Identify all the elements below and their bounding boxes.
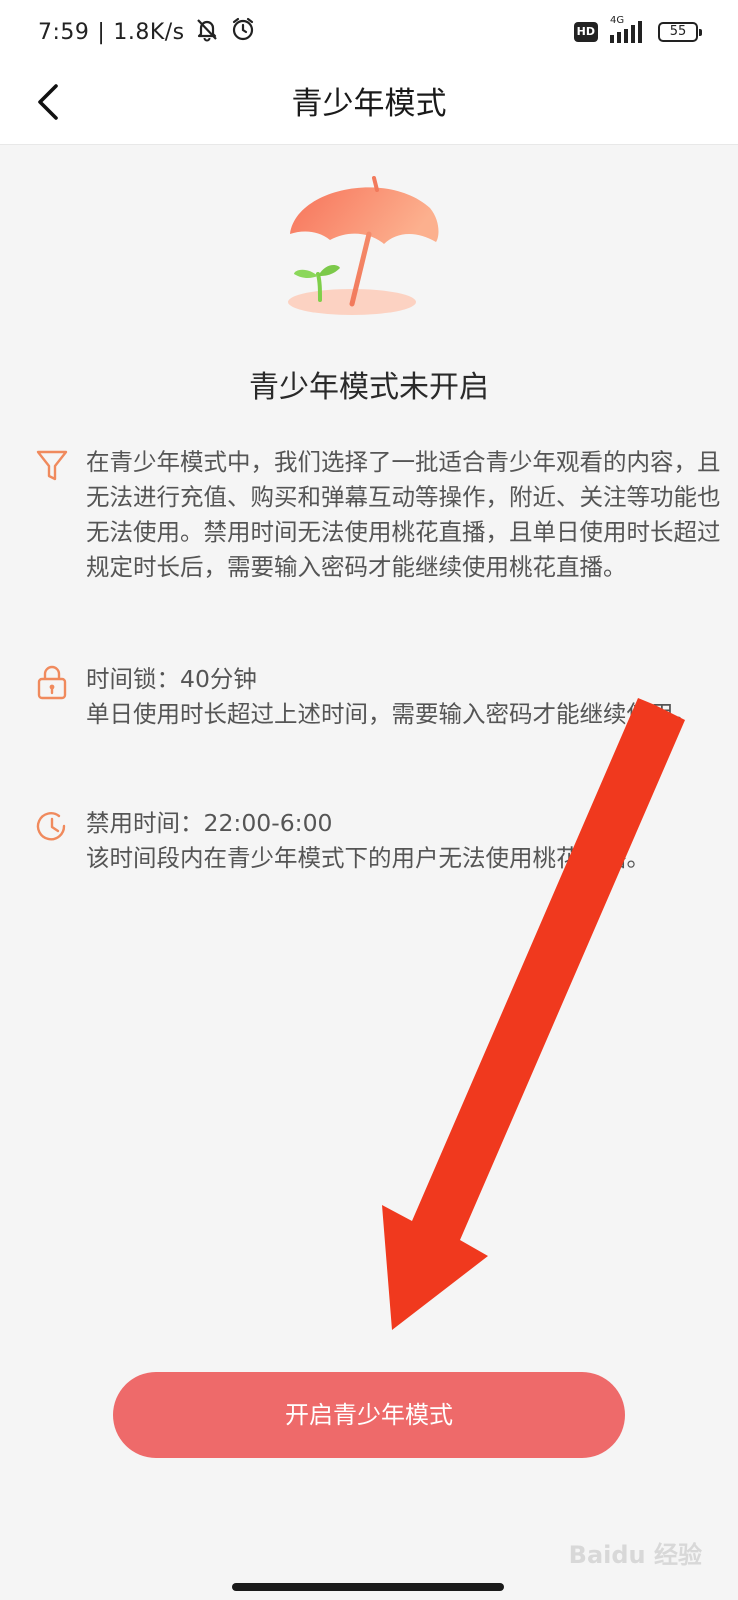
status-time: 7:59 (38, 19, 90, 45)
time-lock-title: 时间锁：40分钟 (86, 665, 257, 693)
info-block-time-lock: 时间锁：40分钟 单日使用时长超过上述时间，需要输入密码才能继续使用。 (34, 662, 697, 772)
forbidden-time-title: 禁用时间：22:00-6:00 (86, 809, 333, 837)
info-block-forbidden-time: 禁用时间：22:00-6:00 该时间段内在青少年模式下的用户无法使用桃花直播。 (34, 806, 694, 916)
home-indicator[interactable] (232, 1583, 504, 1591)
signal-icon: 4G (606, 15, 650, 45)
mode-status-title: 青少年模式未开启 (249, 370, 489, 405)
info-content: 禁用时间：22:00-6:00 该时间段内在青少年模式下的用户无法使用桃花直播。 (86, 806, 726, 876)
enable-youth-mode-button[interactable]: 开启青少年模式 (113, 1372, 625, 1458)
lock-icon (34, 662, 70, 702)
clock-icon (34, 806, 70, 846)
status-bar-right: HD 4G 55 (573, 15, 702, 46)
hd-badge: HD (573, 22, 598, 42)
bell-muted-icon (193, 15, 221, 49)
status-net-speed: 1.8K/s (113, 19, 185, 45)
status-separator: | (97, 19, 106, 45)
filter-icon (34, 445, 70, 485)
status-bar: 7:59 | 1.8K/s HD 4G 55 (0, 0, 738, 64)
page-title: 青少年模式 (291, 86, 447, 122)
umbrella-sprout-illustration (280, 170, 460, 330)
time-lock-description: 单日使用时长超过上述时间，需要输入密码才能继续使用。 (86, 700, 697, 728)
info-description: 在青少年模式中，我们选择了一批适合青少年观看的内容，且无法进行充值、购买和弹幕互… (86, 448, 721, 581)
battery-indicator: 55 (658, 22, 702, 42)
alarm-clock-icon (229, 15, 257, 49)
info-content: 时间锁：40分钟 单日使用时长超过上述时间，需要输入密码才能继续使用。 (86, 662, 726, 732)
baidu-jingyan-watermark: Baidu 经验 (568, 1541, 702, 1569)
forbidden-time-description: 该时间段内在青少年模式下的用户无法使用桃花直播。 (86, 844, 650, 872)
top-navigation-bar: 青少年模式 (0, 64, 738, 145)
info-block-content-filter: 在青少年模式中，我们选择了一批适合青少年观看的内容，且无法进行充值、购买和弹幕互… (34, 445, 721, 625)
status-bar-left: 7:59 | 1.8K/s (38, 16, 257, 48)
